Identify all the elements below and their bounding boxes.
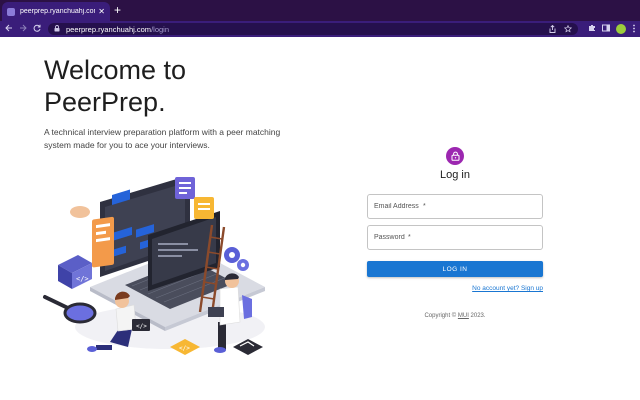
email-input[interactable] bbox=[374, 203, 542, 210]
extensions-icon[interactable] bbox=[588, 24, 596, 34]
share-icon[interactable] bbox=[549, 20, 556, 38]
back-icon[interactable] bbox=[2, 24, 16, 34]
password-field[interactable]: * bbox=[367, 225, 543, 250]
profile-avatar[interactable] bbox=[616, 24, 626, 34]
copyright-prefix: Copyright © bbox=[424, 313, 458, 319]
welcome-heading: Welcome to PeerPrep. bbox=[44, 55, 187, 117]
password-required-mark: * bbox=[408, 234, 411, 241]
lock-avatar-icon bbox=[446, 147, 464, 165]
reload-icon[interactable] bbox=[30, 24, 44, 34]
login-button[interactable]: LOG IN bbox=[367, 261, 543, 277]
mui-link[interactable]: MUI bbox=[458, 313, 469, 319]
browser-tab-bar: peerprep.ryanchuahj.com/login ✕ + bbox=[0, 0, 640, 21]
coding-workspace-illustration: </> </> </> bbox=[43, 177, 265, 355]
forward-icon[interactable] bbox=[16, 24, 30, 34]
copyright-footer: Copyright © MUI 2023. bbox=[405, 313, 505, 319]
new-tab-button[interactable]: + bbox=[114, 3, 121, 17]
svg-text:</>: </> bbox=[76, 275, 89, 283]
password-input[interactable] bbox=[374, 234, 542, 241]
close-tab-icon[interactable]: ✕ bbox=[98, 7, 105, 16]
email-field[interactable]: * bbox=[367, 194, 543, 219]
welcome-subtitle: A technical interview preparation platfo… bbox=[44, 127, 281, 150]
login-heading: Log in bbox=[440, 169, 470, 181]
lock-icon[interactable] bbox=[54, 24, 60, 34]
url-host: peerprep.ryanchuahj.com bbox=[66, 24, 152, 34]
address-bar[interactable]: peerprep.ryanchuahj.com /login bbox=[48, 23, 578, 35]
browser-toolbar: peerprep.ryanchuahj.com /login bbox=[0, 21, 640, 37]
menu-icon[interactable] bbox=[632, 24, 636, 35]
sidebar-icon[interactable] bbox=[602, 24, 610, 34]
url-path: /login bbox=[151, 24, 169, 34]
svg-text:</>: </> bbox=[179, 345, 190, 352]
email-required-mark: * bbox=[423, 203, 426, 210]
site-favicon-icon bbox=[7, 7, 15, 16]
tab-title: peerprep.ryanchuahj.com/login bbox=[20, 8, 95, 15]
star-icon[interactable] bbox=[563, 20, 573, 38]
browser-tab[interactable]: peerprep.ryanchuahj.com/login ✕ bbox=[2, 2, 110, 21]
copyright-suffix: 2023. bbox=[468, 313, 486, 319]
login-page: Welcome to PeerPrep. A technical intervi… bbox=[0, 37, 640, 400]
signup-link[interactable]: No account yet? Sign up bbox=[443, 285, 543, 292]
svg-text:</>: </> bbox=[136, 323, 147, 330]
